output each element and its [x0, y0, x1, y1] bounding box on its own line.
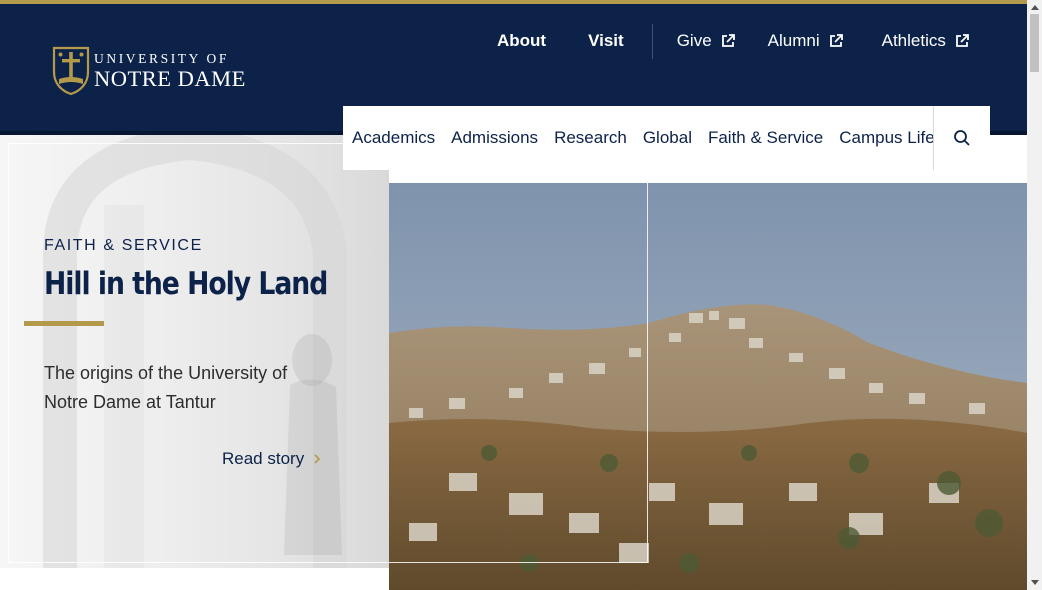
external-link-icon: [829, 34, 843, 47]
hero-headline[interactable]: Hill in the Holy Land: [44, 266, 328, 302]
utility-nav: About Visit Give Alumni Athletics: [497, 23, 970, 59]
hillside-town-image: [389, 183, 1027, 590]
chevron-right-icon: [314, 454, 321, 464]
main-nav-research[interactable]: Research: [546, 128, 635, 148]
utility-link-athletics-label: Athletics: [881, 31, 946, 50]
university-logo[interactable]: UNIVERSITY OF NOTRE DAME: [52, 46, 246, 96]
external-link-icon: [955, 34, 969, 47]
main-nav-global[interactable]: Global: [635, 128, 700, 148]
archway-background-image: [43, 135, 347, 568]
utility-link-visit[interactable]: Visit: [588, 31, 624, 51]
hero-summary: The origins of the University of Notre D…: [44, 363, 288, 412]
main-nav-faith-service[interactable]: Faith & Service: [700, 128, 831, 148]
logo-line-2: NOTRE DAME: [94, 65, 246, 91]
gold-divider: [24, 321, 104, 326]
utility-link-alumni[interactable]: Alumni: [768, 31, 844, 51]
main-nav: Academics Admissions Research Global Fai…: [343, 106, 990, 170]
shield-icon: [52, 46, 90, 96]
external-link-icon: [721, 34, 735, 47]
utility-link-alumni-label: Alumni: [767, 31, 820, 50]
hero-text-panel: FAITH & SERVICE Hill in the Holy Land Th…: [0, 135, 389, 568]
logo-wordmark: UNIVERSITY OF NOTRE DAME: [94, 52, 246, 90]
utility-link-give[interactable]: Give: [677, 31, 736, 51]
utility-link-about[interactable]: About: [497, 31, 546, 51]
scroll-down-arrow-icon[interactable]: [1027, 576, 1042, 590]
main-nav-admissions[interactable]: Admissions: [443, 128, 546, 148]
utility-link-athletics[interactable]: Athletics: [882, 31, 970, 51]
hero-photo[interactable]: [389, 183, 1027, 590]
search-button[interactable]: [933, 106, 990, 170]
utility-nav-divider: [651, 23, 653, 59]
hero-category: FAITH & SERVICE: [44, 237, 203, 254]
logo-line-1: UNIVERSITY OF: [94, 51, 229, 66]
utility-link-give-label: Give: [676, 31, 712, 50]
main-nav-campus-life[interactable]: Campus Life: [831, 128, 942, 148]
scroll-up-arrow-icon[interactable]: [1027, 0, 1042, 14]
search-icon: [954, 130, 970, 146]
main-nav-academics[interactable]: Academics: [343, 128, 443, 148]
hero-panel-spacer: [0, 568, 389, 590]
hero-feature: FAITH & SERVICE Hill in the Holy Land Th…: [0, 135, 1027, 590]
scrollbar-thumb[interactable]: [1030, 14, 1039, 72]
page-scrollbar[interactable]: [1027, 0, 1042, 590]
read-story-label: Read story: [222, 449, 305, 468]
read-story-link[interactable]: Read story: [222, 449, 321, 469]
